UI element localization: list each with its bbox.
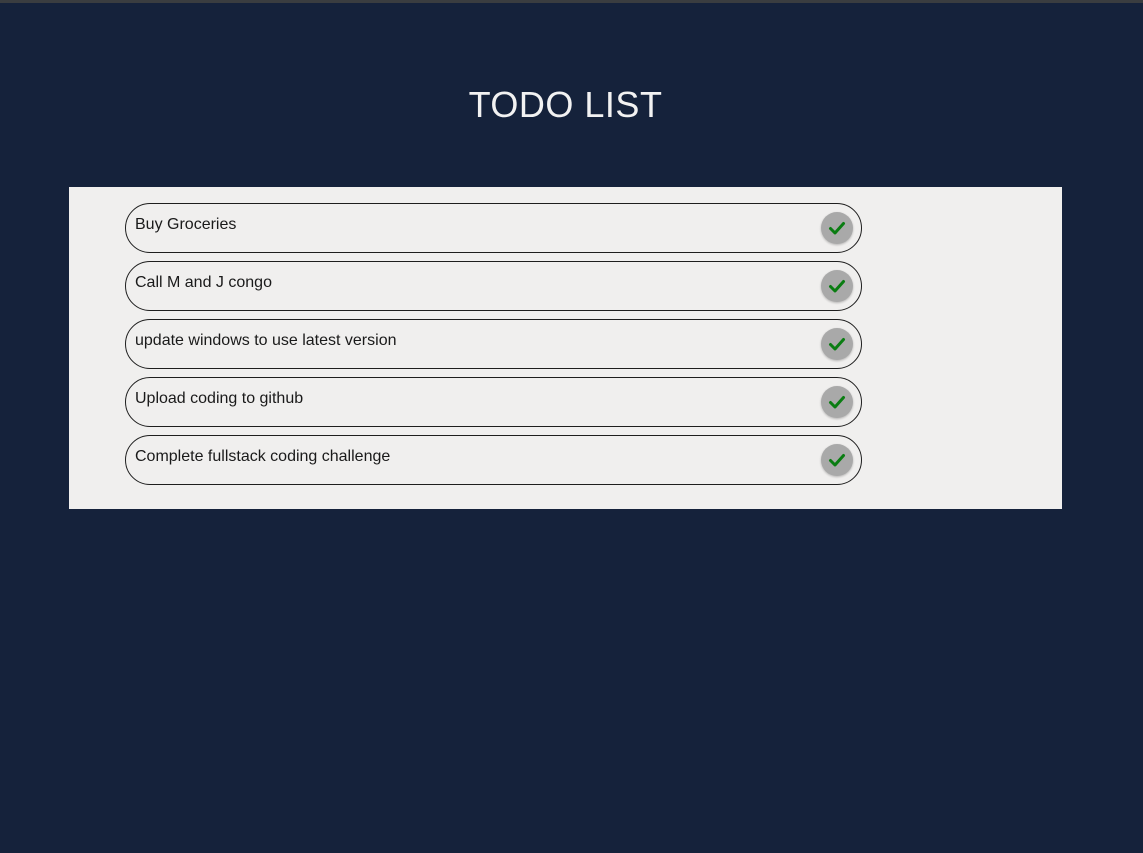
todo-panel: Buy Groceries Call M and J congo update … [69,187,1062,509]
todo-item: update windows to use latest version [125,319,862,369]
todo-item: Upload coding to github [125,377,862,427]
todo-item: Call M and J congo [125,261,862,311]
complete-todo-button[interactable] [821,386,853,418]
todo-item-text: Buy Groceries [135,216,237,233]
todo-item: Buy Groceries [125,203,862,253]
todo-item-text: Call M and J congo [135,274,272,291]
page-title: TODO LIST [468,84,663,125]
check-icon [829,396,845,409]
todo-list: Buy Groceries Call M and J congo update … [125,203,862,493]
check-icon [829,454,845,467]
complete-todo-button[interactable] [821,270,853,302]
complete-todo-button[interactable] [821,444,853,476]
window-top-border [0,0,1143,3]
check-icon [829,280,845,293]
todo-item-text: Upload coding to github [135,390,304,407]
check-icon [829,222,845,235]
complete-todo-button[interactable] [821,328,853,360]
check-icon [829,338,845,351]
todo-item-text: update windows to use latest version [135,332,397,349]
complete-todo-button[interactable] [821,212,853,244]
todo-item: Complete fullstack coding challenge [125,435,862,485]
todo-item-text: Complete fullstack coding challenge [135,448,391,465]
